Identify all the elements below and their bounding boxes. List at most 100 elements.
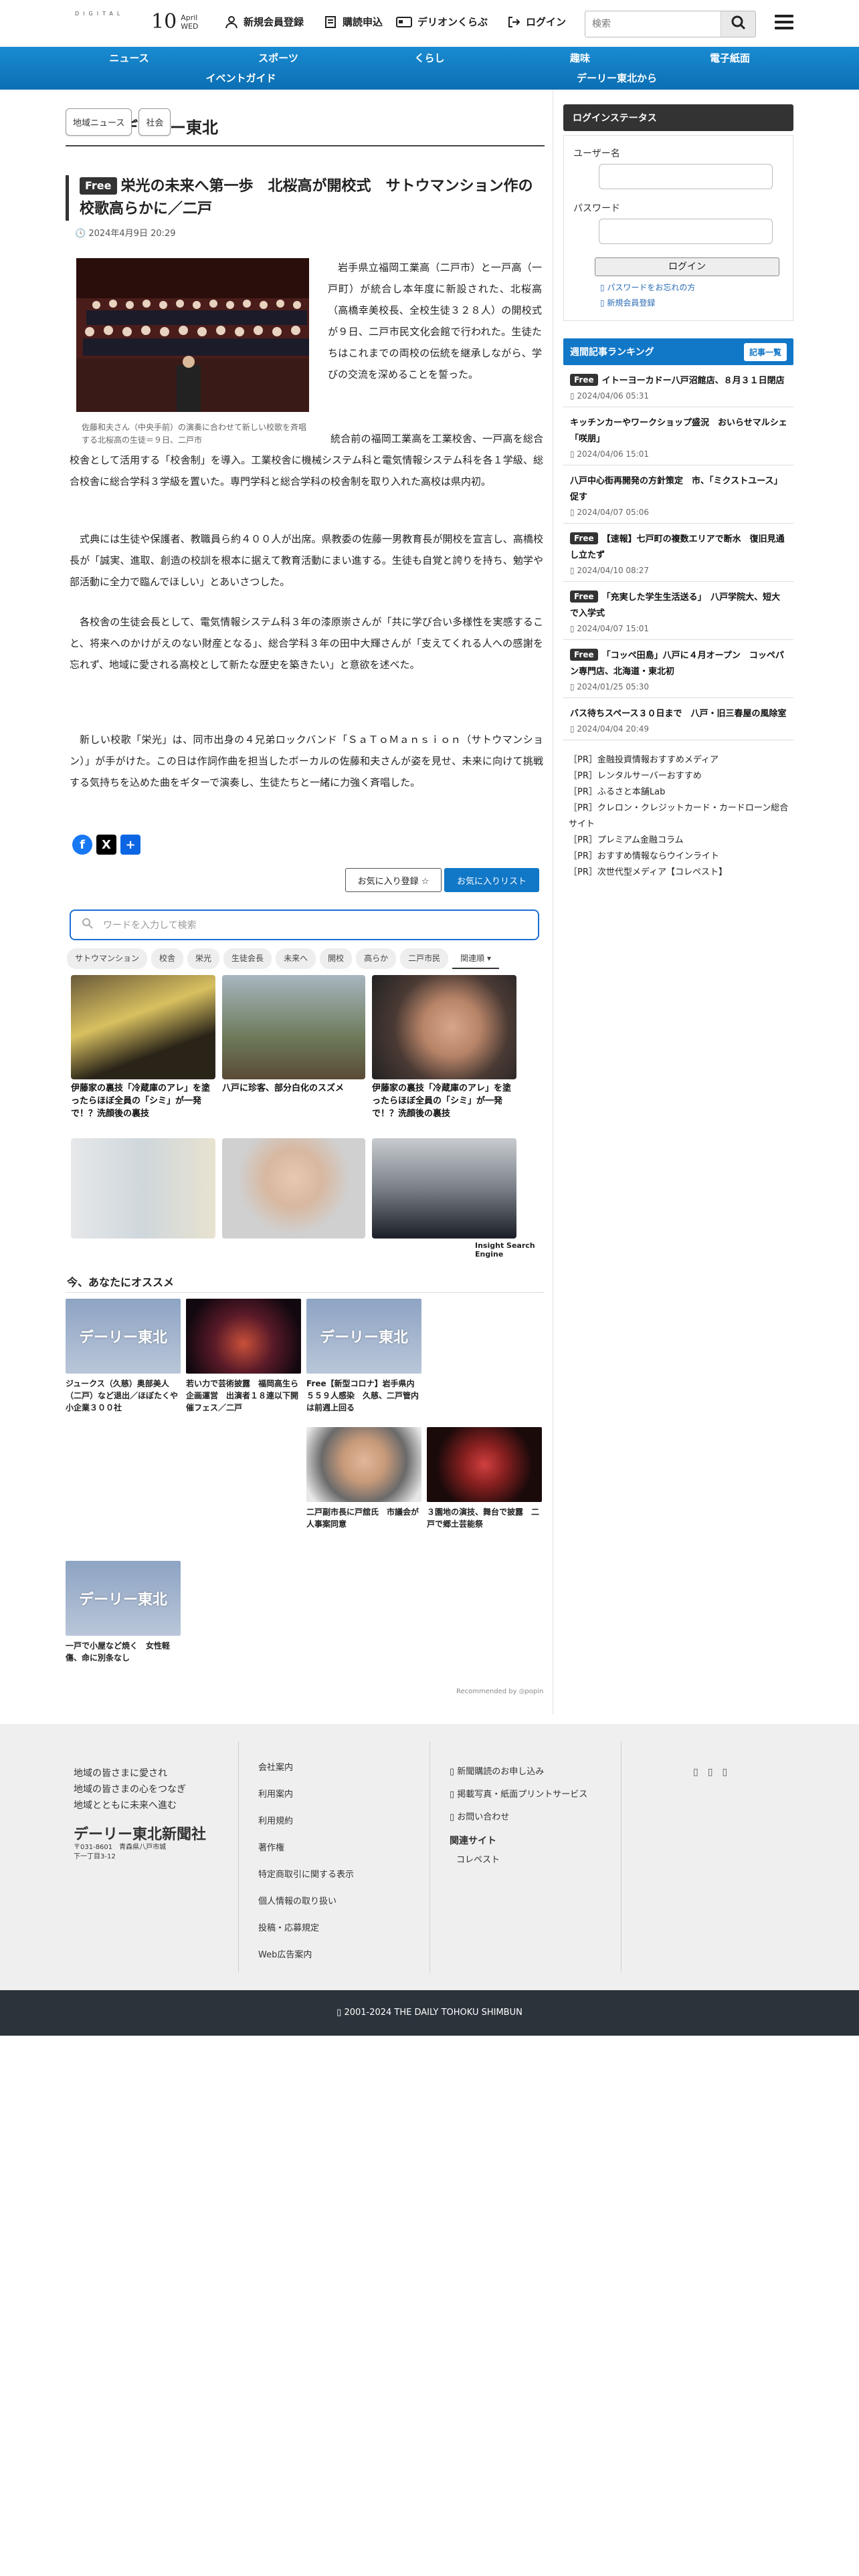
tag-local-news[interactable]: 地域ニュース [66,108,132,136]
related-site-link[interactable]: コレペスト [456,1852,597,1865]
recommend-item[interactable]: デーリー東北 Free【新型コロナ】岩手県内５５９人感染 久慈、二戸管内は前週上… [306,1299,421,1414]
footer-link[interactable]: 会社案内 [258,1755,354,1782]
favorite-list-button[interactable]: お気に入りリスト [444,868,539,892]
footer-service-text: 掲載写真・紙面プリントサービス [457,1790,588,1800]
insight-search-box[interactable]: ワードを入力して検索 [70,909,539,940]
recommend-item[interactable]: 二戸副市長に戸舘氏 市議会が人事案同意 [306,1427,421,1530]
ranking-title: Free 「充実した学生生活送る」 八戸学院大、短大で入学式 [570,590,788,622]
recommend-logo: デーリー東北 [78,1329,167,1346]
insight-tile[interactable] [372,1138,516,1239]
nav-event-guide[interactable]: イベントガイド [205,71,276,85]
footer-link[interactable]: 個人情報の取り扱い [258,1889,354,1915]
ranking-item[interactable]: 八戸中心街再開発の方針策定 市、「ミクストユース」促す ▯ 2024/04/07 … [563,465,793,524]
footer-service-link[interactable]: ▯ 新聞購読のお申し込み [450,1765,597,1779]
footer-link[interactable]: 利用規約 [258,1808,354,1835]
ranking-all-button[interactable]: 記事一覧 [743,342,787,361]
ranking-item[interactable]: Free イトーヨーカドー八戸沼館店、８月３１日閉店 ▯ 2024/04/06 05… [563,365,793,407]
site-search-input[interactable] [585,11,721,37]
share-plus-icon[interactable]: + [120,835,140,855]
site-logo[interactable]: デーリー東北 DIGITAL [56,11,218,136]
ranking-title-text: 「充実した学生生活送る」 八戸学院大、短大で入学式 [570,593,781,619]
social-icon[interactable]: ▯ [722,1767,727,1778]
social-icon[interactable]: ▯ [693,1767,698,1778]
x-icon[interactable]: X [96,835,116,855]
insight-tile[interactable]: 伊藤家の裏技「冷蔵庫のアレ」を塗ったらほぼ全員の「シミ」が一発で！？洗顔後の裏技 [71,975,215,1123]
pr-link[interactable]: ［PR］レンタルサーバーおすすめ [563,768,793,784]
login-button[interactable]: ログイン [595,257,779,276]
nav-hobby[interactable]: 趣味 [570,51,590,65]
footer-link[interactable]: 特定商取引に関する表示 [258,1862,354,1889]
ranking-item[interactable]: Free 「充実した学生生活送る」 八戸学院大、短大で入学式 ▯ 2024/04/0… [563,582,793,640]
nav-life[interactable]: くらし [414,51,444,65]
login-link[interactable]: ログイン [507,15,566,29]
ranking-item[interactable]: Free 「コッペ田島」八戸に４月オープン コッペパン専門店、北海道・東北初 ▯ 2… [563,640,793,698]
insight-engine-label[interactable]: Insight Search Engine [475,1241,545,1259]
search-button[interactable] [721,11,755,37]
chevron-down-icon: ▾ [486,954,491,963]
insight-tile[interactable]: 八戸に珍客、部分白化のスズメ [222,975,365,1123]
delion-club-link[interactable]: デリオンくらぶ [396,15,488,29]
footer-link[interactable]: 利用案内 [258,1782,354,1808]
chip-keyword[interactable]: 生徒会長 [223,948,272,969]
recommend-item[interactable]: デーリー東北 ジュークス（久慈）奥部美人（二戸）など退出／ほぼたくや小企業３００… [66,1299,181,1414]
nav-epaper[interactable]: 電子紙面 [710,51,750,65]
chip-keyword[interactable]: 高らか [356,948,397,969]
recommend-item[interactable]: デーリー東北 一戸で小屋など焼く 女性軽傷、命に別条なし [66,1561,181,1664]
ranking-item[interactable]: バス待ちスペース３０日まで 八戸・旧三春屋の風除室 ▯ 2024/04/04 20… [563,698,793,740]
nav-sports[interactable]: スポーツ [258,51,298,65]
chip-keyword[interactable]: 校舎 [151,948,184,969]
register-link[interactable]: 新規会員登録 [225,15,304,29]
popin-credit[interactable]: Recommended by ◎popin [456,1688,543,1695]
footer-service-link[interactable]: ▯ 掲載写真・紙面プリントサービス [450,1788,597,1802]
chip-keyword[interactable]: 栄光 [187,948,220,969]
footer-link[interactable]: 著作権 [258,1835,354,1862]
ranking-item[interactable]: Free 【速報】七戸町の複数エリアで断水 復旧見通し立たず ▯ 2024/04/1… [563,524,793,582]
nav-news[interactable]: ニュース [109,51,149,65]
pr-link[interactable]: ［PR］次世代型メディア【コレペスト】 [563,865,793,881]
clock-icon: ▯ [570,449,577,459]
social-icon[interactable]: ▯ [708,1767,713,1778]
free-badge: Free [570,532,598,544]
recommend-item[interactable]: ３園地の演技、舞台で披露 二戸で郷土芸能祭 [427,1427,542,1530]
nav-from-daily-tohoku[interactable]: デーリー東北から [577,71,657,85]
pr-link[interactable]: ［PR］クレロン・クレジットカード・カードローン総合サイト [563,800,793,833]
pr-link[interactable]: ［PR］金融投資情報おすすめメディア [563,752,793,768]
free-badge: Free [570,649,598,661]
facebook-icon[interactable]: f [72,835,92,855]
pr-link[interactable]: ［PR］おすすめ情報ならウインライト [563,849,793,865]
chip-keyword[interactable]: サトウマンション [67,948,148,969]
subscribe-link[interactable]: 購読申込 [324,15,383,29]
chip-keyword[interactable]: 二戸市民 [400,948,449,969]
menu-icon[interactable] [775,15,793,31]
tag-society[interactable]: 社会 [138,108,171,136]
sort-dropdown[interactable]: 関連順 ▾ [452,948,499,969]
insight-tile[interactable]: 伊藤家の裏技「冷蔵庫のアレ」を塗ったらほぼ全員の「シミ」が一発で！？洗顔後の裏技 [372,975,516,1123]
ranking-title: バス待ちスペース３０日まで 八戸・旧三春屋の風除室 [570,706,788,722]
pr-link[interactable]: ［PR］ふるさと本舗Lab [563,784,793,800]
chip-keyword[interactable]: 開校 [320,948,353,969]
site-header: デーリー東北 DIGITAL 10 AprilWED 新規会員登録 購読申込 デ… [0,0,859,136]
insight-tile[interactable] [222,1138,365,1239]
free-badge: Free [570,374,598,386]
ranking-date-text: 2024/04/10 08:27 [577,566,649,575]
password-field[interactable] [599,219,773,244]
footer-link[interactable]: Web広告案内 [258,1942,354,1969]
recommend-title: 一戸で小屋など焼く 女性軽傷、命に別条なし [66,1641,171,1662]
footer-link[interactable]: 投稿・応募規定 [258,1915,354,1942]
ranking-item[interactable]: キッチンカーやワークショップ盛況 おいらせマルシェ「咲朋」 ▯ 2024/04/0… [563,407,793,465]
chip-keyword[interactable]: 未来へ [276,948,316,969]
recommend-image [306,1427,421,1502]
pr-link[interactable]: ［PR］プレミアム金融コラム [563,833,793,849]
ranking-date-text: 2024/04/07 05:06 [577,508,649,517]
favorite-add-button[interactable]: お気に入り登録 ☆ [345,868,442,892]
footer-service-link[interactable]: ▯ お問い合わせ [450,1811,597,1824]
register-sidebar-link[interactable]: ▯ 新規会員登録 [600,297,783,308]
username-field[interactable] [599,164,773,189]
recommend-heading: 今、あなたにオススメ [67,1276,175,1289]
forgot-password-link[interactable]: ▯ パスワードをお忘れの方 [600,282,783,293]
article-photo[interactable] [76,258,309,412]
recommend-item[interactable]: 若い力で芸術披露 福岡高生ら企画運営 出演者１８連以下開催フェス／二戸 [186,1299,301,1414]
password-label: パスワード [573,203,620,214]
tile-title: 伊藤家の裏技「冷蔵庫のアレ」を塗ったらほぼ全員の「シミ」が一発で！？洗顔後の裏技 [71,1083,211,1119]
insight-tile[interactable] [71,1138,215,1239]
